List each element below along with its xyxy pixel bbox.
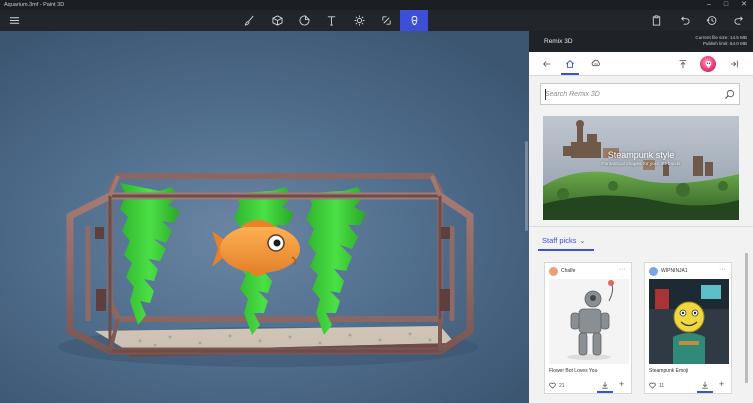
add-to-scene-icon[interactable]: + <box>619 379 624 389</box>
like-count: 11 <box>659 383 665 389</box>
maximize-button[interactable]: □ <box>719 0 733 10</box>
model-thumbnail[interactable] <box>549 279 629 364</box>
home-tab-indicator <box>561 73 579 75</box>
sun-icon[interactable] <box>347 10 371 31</box>
upload-icon[interactable] <box>675 56 691 72</box>
banner-title: Steampunk style <box>607 150 675 160</box>
download-indicator <box>697 391 713 393</box>
goldfish <box>212 220 300 276</box>
canvas-icon[interactable] <box>374 10 398 31</box>
more-options-icon[interactable]: ··· <box>719 265 726 274</box>
featured-banner[interactable]: Steampunk style Fantastical shapes for y… <box>543 116 739 220</box>
remix3d-panel: Remix 3D Current file size: 14.5 MB Publ… <box>529 31 753 403</box>
add-to-scene-icon[interactable]: + <box>719 379 724 389</box>
seaweed-left <box>120 183 180 325</box>
author-avatar[interactable] <box>549 267 558 276</box>
heart-icon[interactable] <box>649 382 656 389</box>
file-size-info: Current file size: 14.5 MB Publish limit… <box>695 35 747 47</box>
model-title[interactable]: Steampunk Emoji <box>649 368 688 374</box>
download-icon[interactable] <box>601 381 609 389</box>
emoji-model-image <box>649 279 729 364</box>
window-title: Aquarium.3mf - Paint 3D <box>4 2 65 8</box>
redo-icon[interactable] <box>727 10 751 31</box>
staff-picks-dropdown[interactable]: Staff picks ⌄ <box>542 236 585 245</box>
user-avatar[interactable] <box>700 56 716 72</box>
like-count: 21 <box>559 383 565 389</box>
hamburger-menu-icon[interactable] <box>2 10 26 31</box>
text-icon[interactable] <box>319 10 343 31</box>
collapse-panel-icon[interactable] <box>726 56 742 72</box>
community-icon[interactable] <box>588 56 604 72</box>
brush-icon[interactable] <box>237 10 261 31</box>
model-card[interactable]: Chalfe ··· Flower Bot Loves You 21 + <box>544 262 632 394</box>
title-bar: Aquarium.3mf - Paint 3D – □ ✕ <box>0 0 753 10</box>
undo-icon[interactable] <box>672 10 696 31</box>
panel-header: Remix 3D Current file size: 14.5 MB Publ… <box>529 31 753 52</box>
close-button[interactable]: ✕ <box>737 0 751 10</box>
remix3d-icon[interactable] <box>400 10 428 31</box>
download-icon[interactable] <box>701 381 709 389</box>
model-thumbnail[interactable] <box>649 279 729 364</box>
aquarium-scene[interactable] <box>0 31 529 403</box>
panel-nav <box>529 52 753 76</box>
banner-subtitle: Fantastical shapes for your 3D builds <box>601 162 681 167</box>
sticker-icon[interactable] <box>292 10 316 31</box>
model-title[interactable]: Flower Bot Loves You <box>549 368 597 374</box>
author-name[interactable]: WIPNINJA1 <box>661 267 688 276</box>
back-arrow-icon[interactable] <box>539 56 555 72</box>
search-box[interactable] <box>540 83 740 105</box>
author-name[interactable]: Chalfe <box>561 267 575 276</box>
card-footer: 11 + <box>649 379 729 393</box>
seaweed-right <box>306 187 366 335</box>
paste-icon[interactable] <box>644 10 668 31</box>
more-options-icon[interactable]: ··· <box>619 265 626 274</box>
main-toolbar <box>0 10 753 31</box>
panel-title: Remix 3D <box>544 38 573 45</box>
model-card[interactable]: WIPNINJA1 ··· Steampunk Emoji 11 + <box>644 262 732 394</box>
history-icon[interactable] <box>699 10 723 31</box>
chevron-down-icon: ⌄ <box>579 238 586 245</box>
text-caret <box>545 89 546 100</box>
home-icon[interactable] <box>562 56 578 72</box>
panel-scrollbar[interactable] <box>745 253 748 383</box>
publish-limit: Publish limit: 64.0 MB <box>702 41 747 46</box>
download-indicator <box>597 391 613 393</box>
author-avatar[interactable] <box>649 267 658 276</box>
3d-canvas[interactable] <box>0 31 529 403</box>
minimize-button[interactable]: – <box>702 0 716 10</box>
card-footer: 21 + <box>549 379 629 393</box>
section-title: Staff picks <box>542 236 577 245</box>
cube-icon[interactable] <box>265 10 289 31</box>
canvas-scrollbar[interactable] <box>525 141 528 231</box>
search-icon[interactable] <box>724 89 735 100</box>
section-indicator <box>538 249 594 251</box>
steampunk-banner-image <box>543 116 739 220</box>
robot-model-image <box>549 279 629 364</box>
section-divider <box>529 226 753 227</box>
search-input[interactable] <box>545 86 720 102</box>
heart-icon[interactable] <box>549 382 556 389</box>
